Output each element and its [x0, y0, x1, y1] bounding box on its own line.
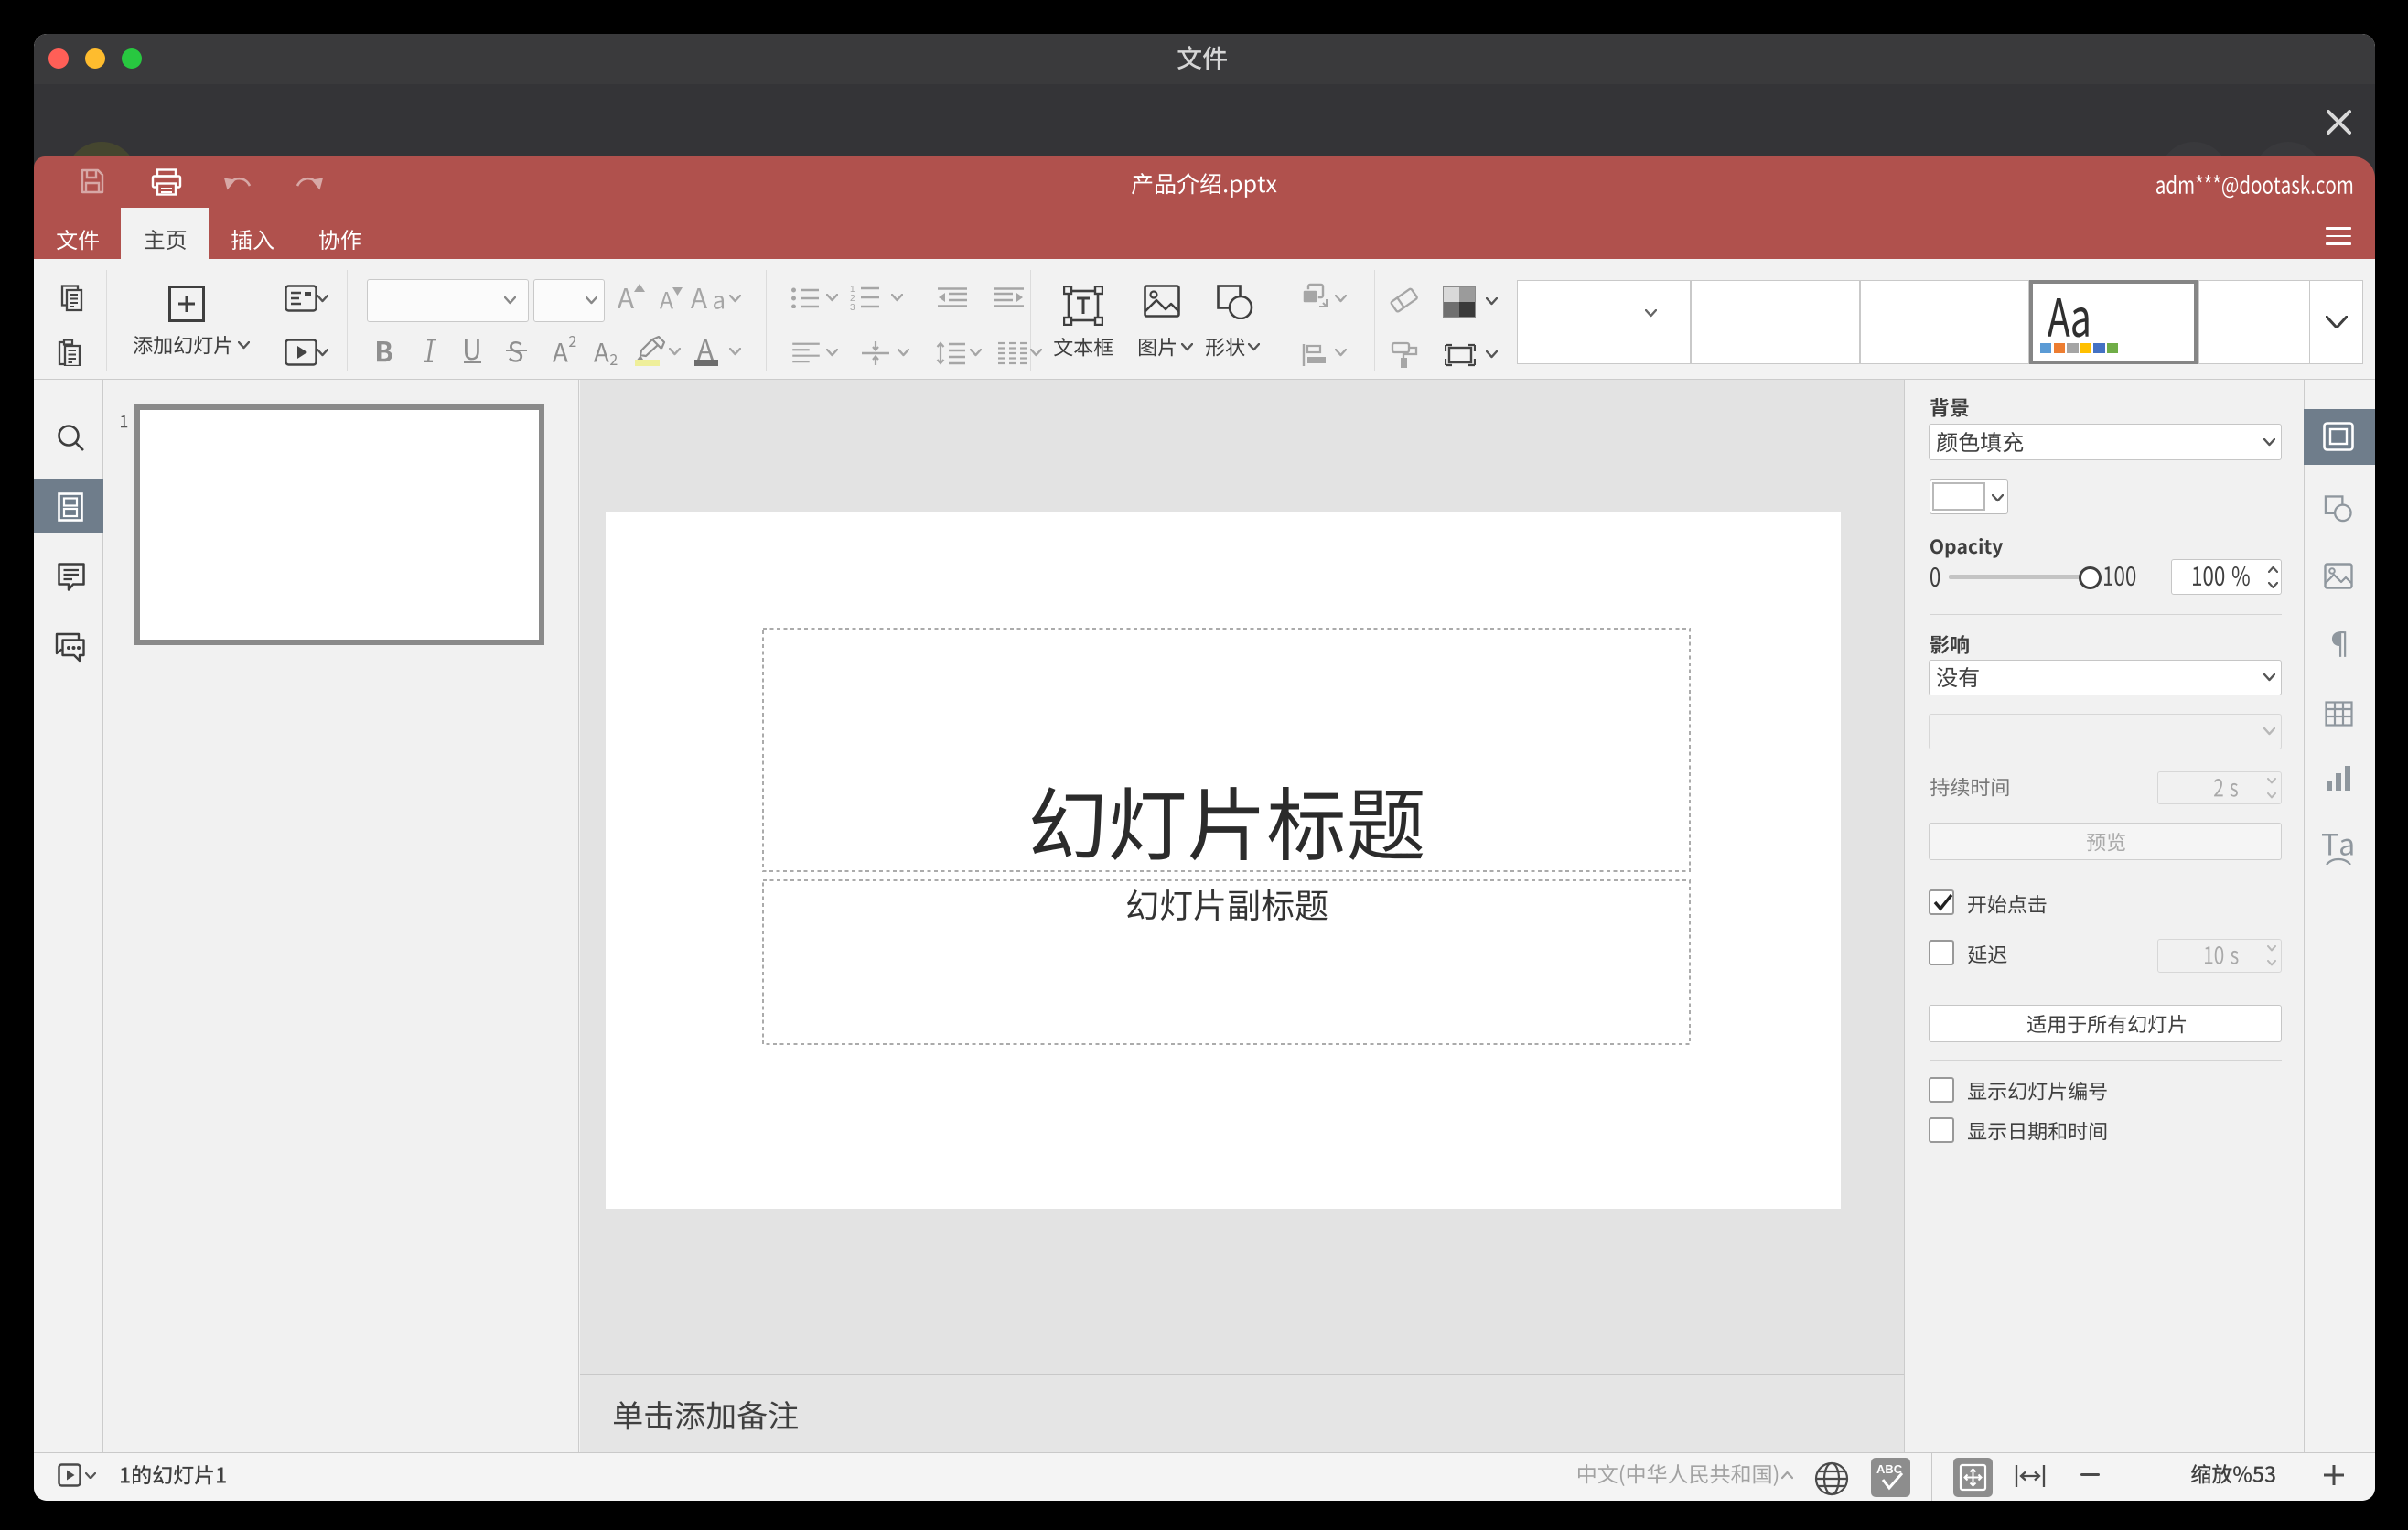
svg-text:ABC: ABC — [1876, 1462, 1903, 1476]
svg-text:3: 3 — [850, 303, 855, 310]
